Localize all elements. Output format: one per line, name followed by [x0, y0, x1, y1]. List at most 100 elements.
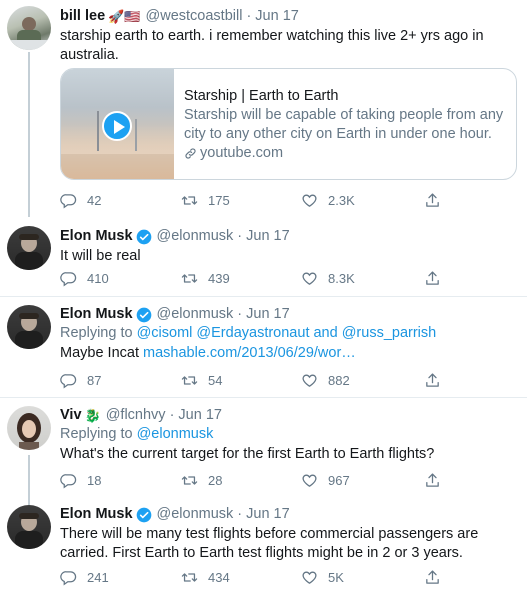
retweet-button[interactable]: 439: [181, 270, 230, 287]
tweet-text-line: carried. First Earth to Earth test fligh…: [60, 545, 463, 561]
user-handle[interactable]: @elonmusk: [157, 505, 234, 524]
like-count: 8.3K: [328, 270, 355, 286]
retweet-button[interactable]: 54: [181, 372, 222, 389]
tweet[interactable]: Elon Musk @elonmusk · Jun 17 It will be …: [0, 220, 527, 296]
card-description-line: Starship will be capable of taking peopl…: [184, 107, 504, 123]
tweet-date[interactable]: Jun 17: [246, 505, 290, 524]
replying-to: Replying to @cisoml @Erdayastronaut and …: [60, 324, 517, 343]
tweet[interactable]: Elon Musk @elonmusk · Jun 17 Replying to…: [0, 297, 527, 396]
reply-button[interactable]: 410: [60, 270, 109, 287]
user-handle[interactable]: @elonmusk: [157, 305, 234, 324]
reply-icon: [60, 270, 77, 287]
card-description: Starship will be capable of taking peopl…: [184, 106, 506, 144]
tweet-date[interactable]: Jun 17: [255, 7, 299, 26]
display-name[interactable]: Elon Musk: [60, 505, 133, 524]
retweet-button[interactable]: 28: [181, 472, 222, 489]
share-button[interactable]: [424, 192, 451, 209]
card-title: Starship | Earth to Earth: [184, 88, 339, 104]
avatar[interactable]: [7, 406, 51, 450]
like-button[interactable]: 5K: [301, 569, 344, 586]
user-handle[interactable]: @westcoastbill: [146, 7, 243, 26]
name-emoji: 🚀🇺🇸: [108, 9, 141, 24]
share-icon: [424, 569, 441, 586]
tweet-header: Elon Musk @elonmusk · Jun 17: [60, 227, 517, 246]
replying-to-mentions[interactable]: @cisoml @Erdayastronaut and @russ_parris…: [137, 325, 437, 341]
retweet-count: 175: [208, 192, 230, 208]
reply-count: 18: [87, 472, 102, 488]
avatar[interactable]: [7, 226, 51, 270]
heart-icon: [301, 270, 318, 287]
display-name[interactable]: Elon Musk: [60, 227, 133, 246]
share-icon: [424, 372, 441, 389]
card-thumbnail: [61, 69, 174, 179]
reply-icon: [60, 569, 77, 586]
reply-icon: [60, 472, 77, 489]
reply-count: 42: [87, 192, 102, 208]
tweet[interactable]: bill lee 🚀🇺🇸 @westcoastbill · Jun 17 sta…: [0, 0, 527, 220]
retweet-button[interactable]: 434: [181, 569, 230, 586]
tweet-text: starship earth to earth. i remember watc…: [60, 27, 517, 65]
tweet-link[interactable]: mashable.com/2013/06/29/wor…: [143, 345, 356, 361]
card-domain: youtube.com: [184, 144, 506, 163]
tweet-actions: 87 54 882: [60, 370, 480, 390]
share-button[interactable]: [424, 372, 451, 389]
like-count: 5K: [328, 569, 344, 585]
reply-button[interactable]: 87: [60, 372, 101, 389]
play-icon[interactable]: [102, 111, 132, 141]
replying-to-label: Replying to: [60, 426, 137, 442]
like-button[interactable]: 2.3K: [301, 192, 355, 209]
retweet-count: 439: [208, 270, 230, 286]
verified-badge-icon: [136, 507, 152, 523]
separator-dot: ·: [237, 228, 243, 244]
tweet[interactable]: Elon Musk @elonmusk · Jun 17 There will …: [0, 497, 527, 592]
retweet-button[interactable]: 175: [181, 192, 230, 209]
link-card[interactable]: Starship | Earth to Earth Starship will …: [60, 68, 517, 180]
user-handle[interactable]: @flcnhvy: [106, 406, 166, 425]
like-button[interactable]: 967: [301, 472, 350, 489]
separator-dot: ·: [246, 8, 252, 24]
tweet-actions: 241 434 5K: [60, 567, 480, 587]
tweet-text: What's the current target for the first …: [60, 446, 435, 462]
tweet-date[interactable]: Jun 17: [178, 406, 222, 425]
tweet-date[interactable]: Jun 17: [246, 227, 290, 246]
reply-count: 241: [87, 569, 109, 585]
user-handle[interactable]: @elonmusk: [157, 227, 234, 246]
retweet-count: 434: [208, 569, 230, 585]
avatar[interactable]: [7, 305, 51, 349]
display-name[interactable]: Viv: [60, 406, 82, 425]
replying-to-mentions[interactable]: @elonmusk: [137, 426, 214, 442]
share-button[interactable]: [424, 472, 451, 489]
retweet-count: 28: [208, 472, 223, 488]
tweet-actions: 410 439 8.3K: [60, 268, 480, 288]
display-name[interactable]: Elon Musk: [60, 305, 133, 324]
reply-button[interactable]: 241: [60, 569, 109, 586]
tweet-text-body: Maybe Incat: [60, 345, 144, 361]
reply-button[interactable]: 42: [60, 192, 101, 209]
reply-button[interactable]: 18: [60, 472, 101, 489]
name-emoji: 🐉: [84, 408, 101, 423]
tweet-text: There will be many test flights before c…: [60, 525, 517, 563]
reply-count: 87: [87, 372, 102, 388]
tweet-header: Elon Musk @elonmusk · Jun 17: [60, 305, 517, 324]
reply-icon: [60, 192, 77, 209]
avatar[interactable]: [7, 505, 51, 549]
display-name[interactable]: bill lee: [60, 7, 105, 26]
like-count: 2.3K: [328, 192, 355, 208]
like-count: 882: [328, 372, 350, 388]
share-button[interactable]: [424, 270, 451, 287]
like-button[interactable]: 882: [301, 372, 350, 389]
replying-to-label: Replying to: [60, 325, 137, 341]
heart-icon: [301, 192, 318, 209]
avatar-image: [17, 413, 41, 450]
retweet-icon: [181, 192, 198, 209]
share-button[interactable]: [424, 569, 451, 586]
tweet-text-line: australia.: [60, 47, 119, 63]
like-button[interactable]: 8.3K: [301, 270, 355, 287]
tweet[interactable]: Viv 🐉 @flcnhvy · Jun 17 Replying to @elo…: [0, 398, 527, 496]
avatar-image: [15, 234, 43, 270]
heart-icon: [301, 472, 318, 489]
avatar-image: [7, 17, 51, 50]
tweet-date[interactable]: Jun 17: [246, 305, 290, 324]
avatar[interactable]: [7, 6, 51, 50]
tweet-text: Maybe Incat mashable.com/2013/06/29/wor…: [60, 344, 517, 363]
